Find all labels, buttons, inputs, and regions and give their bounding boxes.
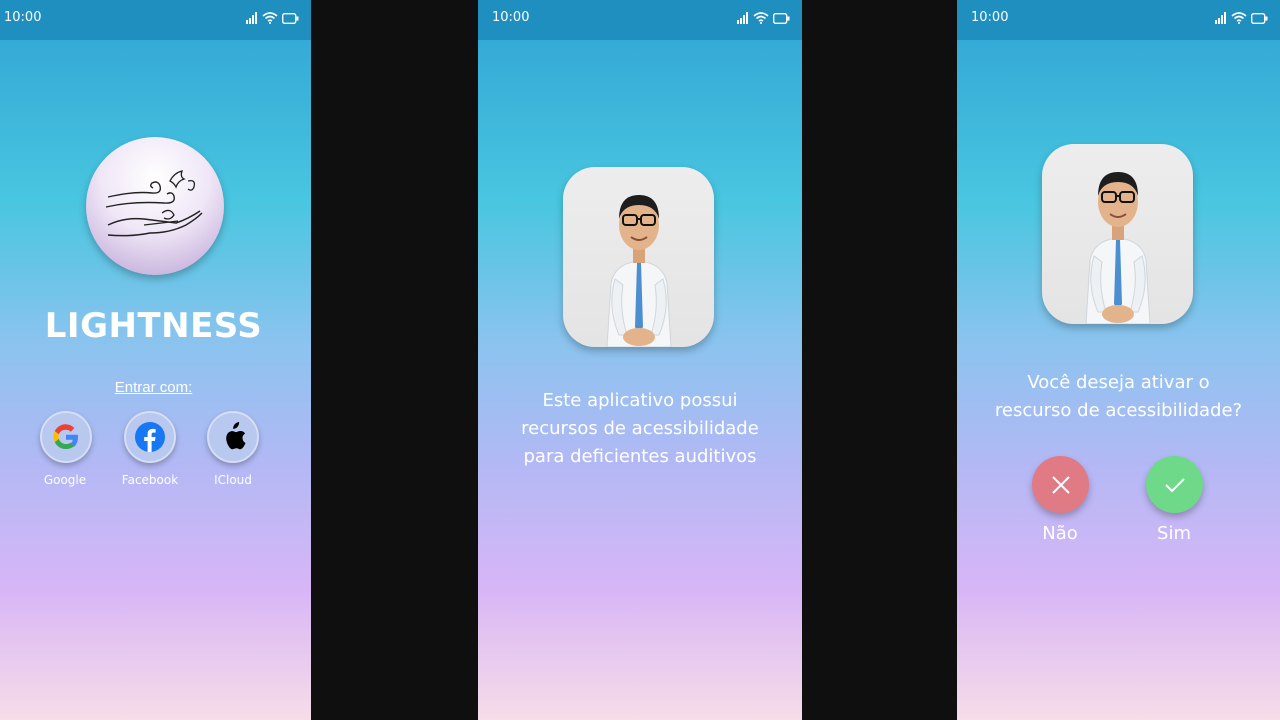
avatar-illustration (1085, 172, 1151, 324)
status-time: 10:00 (971, 10, 1009, 25)
app-logo (86, 137, 224, 275)
status-bar: 10:00 (0, 0, 311, 40)
battery-icon (282, 12, 299, 24)
icloud-login-button[interactable] (207, 411, 259, 463)
sign-language-avatar (1042, 144, 1193, 324)
login-label: Entrar com: (114, 379, 193, 396)
yes-label: Sim (1157, 523, 1191, 544)
status-time: 10:00 (4, 10, 42, 25)
accessibility-prompt-screen: 10:00 Você deseja ativar o rescurso de a… (957, 0, 1280, 720)
signal-icon (246, 12, 257, 24)
wifi-icon (753, 12, 769, 24)
status-bar: 10:00 (478, 0, 802, 40)
sign-language-avatar (563, 167, 714, 347)
facebook-login-button[interactable] (124, 411, 176, 463)
accessibility-question: Você deseja ativar o rescurso de acessib… (957, 369, 1280, 425)
apple-icon (226, 422, 246, 450)
google-label: Google (43, 473, 87, 487)
message-line: Este aplicativo possui (542, 390, 738, 411)
question-line: rescurso de acessibilidade? (994, 400, 1243, 421)
wind-hand-icon (105, 170, 203, 237)
google-icon (53, 424, 78, 450)
icloud-label: ICloud (214, 473, 252, 487)
yes-button[interactable] (1146, 456, 1203, 513)
accessibility-info-message: Este aplicativo possui recursos de acess… (478, 387, 802, 471)
close-icon (1051, 475, 1070, 494)
app-title: LIGHTNESS (44, 306, 263, 346)
facebook-icon (135, 422, 165, 452)
question-line: Você deseja ativar o (1027, 372, 1210, 393)
signal-icon (737, 12, 748, 24)
battery-icon (1251, 12, 1268, 24)
status-bar: 10:00 (957, 0, 1280, 40)
battery-icon (773, 12, 790, 24)
facebook-label: Facebook (121, 473, 179, 487)
signal-icon (1215, 12, 1226, 24)
login-screen: 10:00 LIGHTNESS Entrar com: Google Faceb… (0, 0, 311, 720)
google-login-button[interactable] (40, 411, 92, 463)
avatar-illustration (606, 195, 672, 347)
wifi-icon (262, 12, 278, 24)
info-screen: 10:00 Este aplicativo possui recursos de… (478, 0, 802, 720)
wifi-icon (1231, 12, 1247, 24)
check-icon (1164, 477, 1185, 492)
status-time: 10:00 (492, 10, 530, 25)
no-button[interactable] (1032, 456, 1089, 513)
message-line: para deficientes auditivos (523, 446, 757, 467)
message-line: recursos de acessibilidade (521, 418, 759, 439)
no-label: Não (1042, 523, 1078, 544)
